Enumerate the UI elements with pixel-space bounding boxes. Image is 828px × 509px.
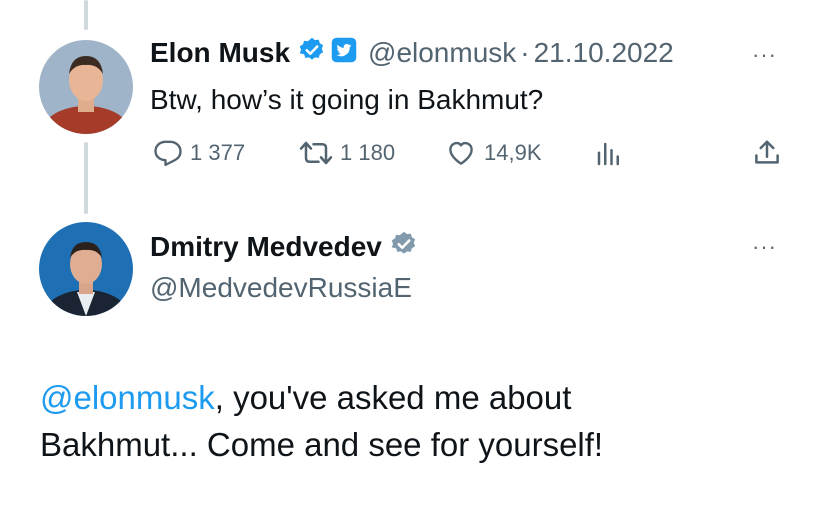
heart-icon bbox=[449, 141, 473, 165]
author-name[interactable]: Elon Musk bbox=[150, 37, 290, 69]
like-count: 14,9K bbox=[484, 140, 542, 165]
tweet-text-line1: , you've asked me about bbox=[214, 379, 572, 416]
more-options-icon[interactable]: ··· bbox=[752, 234, 777, 260]
like-button[interactable]: 14,9K bbox=[444, 138, 542, 168]
author-handle[interactable]: @MedvedevRussiaE bbox=[150, 272, 412, 304]
avatar[interactable] bbox=[39, 40, 133, 134]
avatar[interactable] bbox=[39, 222, 133, 316]
dot-separator: · bbox=[520, 36, 530, 68]
thread-line-middle bbox=[84, 142, 88, 214]
reply-button[interactable]: 1 377 bbox=[152, 138, 245, 168]
tweet-date[interactable]: 21.10.2022 bbox=[534, 37, 674, 69]
views-icon[interactable] bbox=[594, 139, 624, 174]
mention-link[interactable]: @elonmusk bbox=[40, 379, 215, 416]
thread-line-top bbox=[84, 0, 88, 30]
reply-count: 1 377 bbox=[190, 140, 246, 165]
verified-badge-icon[interactable] bbox=[298, 36, 326, 69]
grey-verified-badge-icon[interactable] bbox=[390, 230, 418, 263]
tweet-text: Btw, how’s it going in Bakhmut? bbox=[150, 84, 544, 115]
retweet-icon bbox=[299, 141, 333, 165]
tweet-text: @elonmusk, you've asked me about Bakhmut… bbox=[40, 374, 603, 468]
tweet-text-line2: Bakhmut... Come and see for yourself! bbox=[40, 426, 604, 463]
author-name[interactable]: Dmitry Medvedev bbox=[150, 231, 382, 263]
twitter-bird-badge-icon[interactable] bbox=[330, 36, 358, 69]
share-icon[interactable] bbox=[752, 138, 782, 173]
retweet-count: 1 180 bbox=[340, 140, 396, 165]
reply-icon bbox=[154, 140, 182, 167]
author-handle[interactable]: @elonmusk bbox=[368, 37, 516, 69]
retweet-button[interactable]: 1 180 bbox=[298, 138, 395, 168]
more-options-icon[interactable]: ··· bbox=[752, 42, 777, 68]
